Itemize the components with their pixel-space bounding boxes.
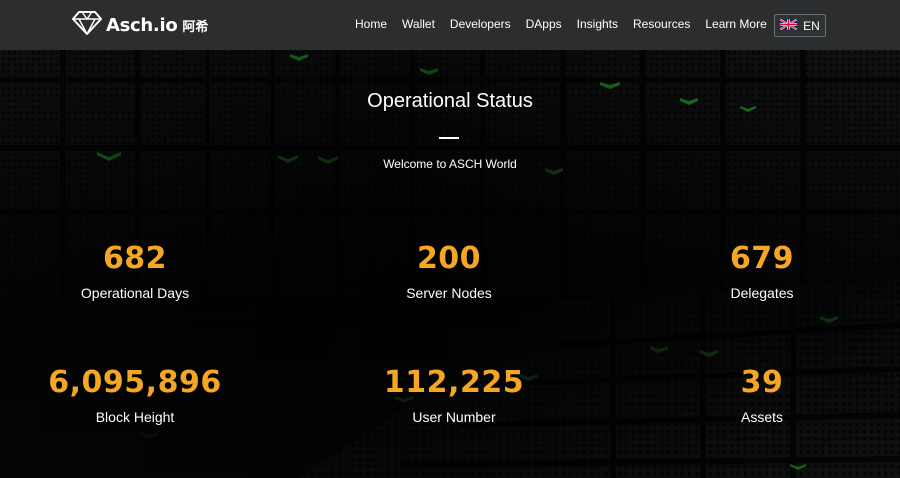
stat-value: 6,095,896	[48, 365, 222, 400]
diamond-logo-icon	[72, 10, 102, 41]
page-subtitle: Welcome to ASCH World	[383, 157, 517, 171]
stat-value: 200	[416, 241, 482, 276]
nav-resources[interactable]: Resources	[633, 17, 690, 31]
stat-user-number: 112,225 User Number	[304, 365, 604, 426]
brand-name-cn: 阿希	[182, 19, 209, 35]
nav-developers[interactable]: Developers	[450, 17, 511, 31]
stat-assets: 39 Assets	[612, 365, 900, 426]
stat-label: Server Nodes	[406, 285, 492, 301]
stat-block-height: 6,095,896 Block Height	[0, 365, 285, 426]
top-navbar: Asch.io 阿希 Home Wallet Developers DApps …	[0, 0, 900, 50]
stat-label: User Number	[412, 409, 496, 425]
brand-logo[interactable]: Asch.io 阿希	[72, 10, 209, 41]
stat-value: 679	[729, 241, 795, 276]
stat-label: Assets	[740, 409, 783, 425]
nav-dapps[interactable]: DApps	[526, 17, 562, 31]
main-nav: Home Wallet Developers DApps Insights Re…	[355, 17, 782, 31]
nav-wallet[interactable]: Wallet	[402, 17, 435, 31]
stat-delegates: 679 Delegates	[612, 241, 900, 302]
stat-label: Block Height	[95, 409, 175, 425]
brand-name: Asch.io	[106, 14, 178, 36]
stat-label: Delegates	[730, 285, 794, 301]
language-selector[interactable]: EN	[774, 14, 826, 37]
language-label: EN	[803, 18, 820, 33]
uk-flag-icon	[779, 18, 798, 33]
stat-value: 682	[102, 241, 168, 276]
stat-operational-days: 682 Operational Days	[0, 241, 285, 302]
nav-insights[interactable]: Insights	[577, 17, 618, 31]
title-underline	[439, 137, 459, 139]
page-title: Operational Status	[367, 90, 533, 112]
stat-label: Operational Days	[80, 285, 190, 301]
stat-value: 39	[740, 365, 784, 400]
stat-server-nodes: 200 Server Nodes	[299, 241, 599, 302]
stat-value: 112,225	[383, 365, 525, 400]
nav-home[interactable]: Home	[355, 17, 387, 31]
nav-learn-more[interactable]: Learn More	[705, 17, 766, 31]
